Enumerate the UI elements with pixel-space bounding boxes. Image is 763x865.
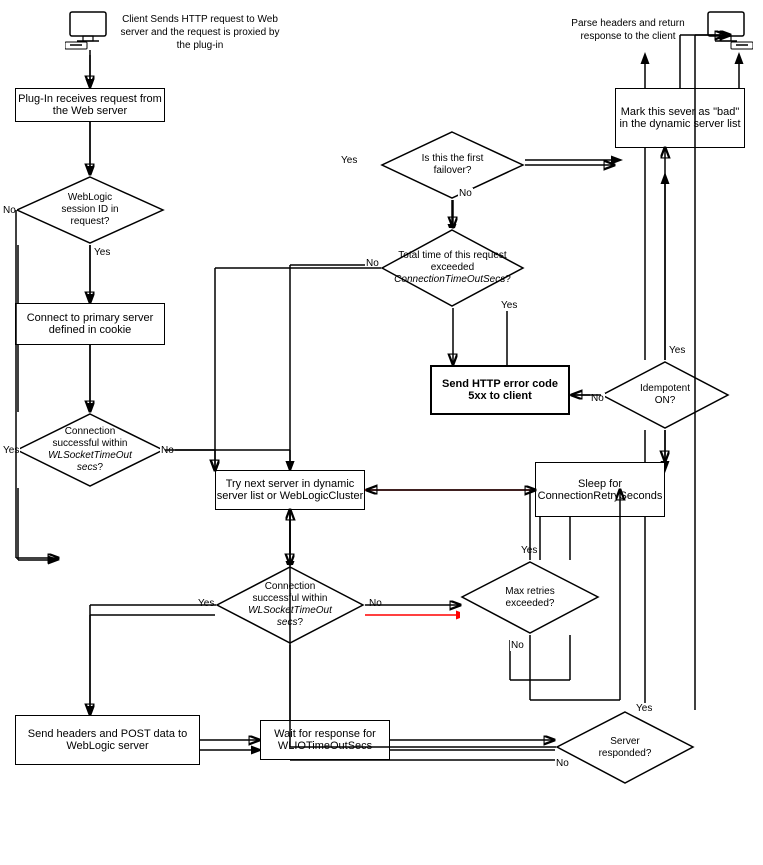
send-http-error-box: Send HTTP error code 5xx to client [430, 365, 570, 415]
no-label-conn2: No [368, 598, 383, 609]
yes-label-session: Yes [93, 247, 111, 258]
first-failover-diamond: Is this the firstfailover? [380, 130, 525, 200]
flowchart-diagram: Client Sends HTTP request to Web server … [0, 0, 763, 865]
connection-successful-2-diamond: Connectionsuccessful withinWLSocketTimeO… [215, 565, 365, 645]
total-time-diamond: Total time of this requestexceededConnec… [380, 228, 525, 308]
no-label-serverresponded: No [555, 758, 570, 769]
yes-label-totaltime: Yes [500, 300, 518, 311]
client-annotation-right: Parse headers and return response to the… [558, 5, 698, 55]
mark-bad-box: Mark this sever as "bad" in the dynamic … [615, 88, 745, 148]
weblogic-session-diamond: WebLogicsession ID inrequest? [15, 175, 165, 245]
computer-icon-server [698, 5, 758, 55]
yes-label-idempotent: Yes [668, 345, 686, 356]
no-label-maxretries: No [510, 640, 525, 651]
yes-label-maxretries: Yes [520, 545, 538, 556]
try-next-server-box: Try next server in dynamic server list o… [215, 470, 365, 510]
computer-icon-client [50, 5, 130, 55]
yes-label-failover: Yes [340, 155, 358, 166]
yes-label-conn2: Yes [197, 598, 215, 609]
no-label-conn1: No [160, 445, 175, 456]
server-responded-diamond: Serverresponded? [555, 710, 695, 785]
idempotent-diamond: IdempotentON? [600, 360, 730, 430]
max-retries-diamond: Max retriesexceeded? [460, 560, 600, 635]
no-label-totaltime: No [365, 258, 380, 269]
no-label-session: No [2, 205, 17, 216]
yes-label-serverresponded: Yes [635, 703, 653, 714]
sleep-retry-box: Sleep for ConnectionRetrySeconds [535, 462, 665, 517]
plugin-receives-box: Plug-In receives request from the Web se… [15, 88, 165, 122]
client-annotation-left: Client Sends HTTP request to Web server … [120, 5, 280, 60]
no-label-idempotent: No [590, 393, 605, 404]
send-headers-box: Send headers and POST data to WebLogic s… [15, 715, 200, 765]
connect-primary-box: Connect to primary server defined in coo… [15, 303, 165, 345]
connection-successful-1-diamond: Connectionsuccessful withinWLSocketTimeO… [15, 412, 165, 488]
wait-response-box: Wait for response for WLIOTimeOutSecs [260, 720, 390, 760]
no-label-failover: No [458, 188, 473, 199]
yes-label-conn1: Yes [2, 445, 20, 456]
